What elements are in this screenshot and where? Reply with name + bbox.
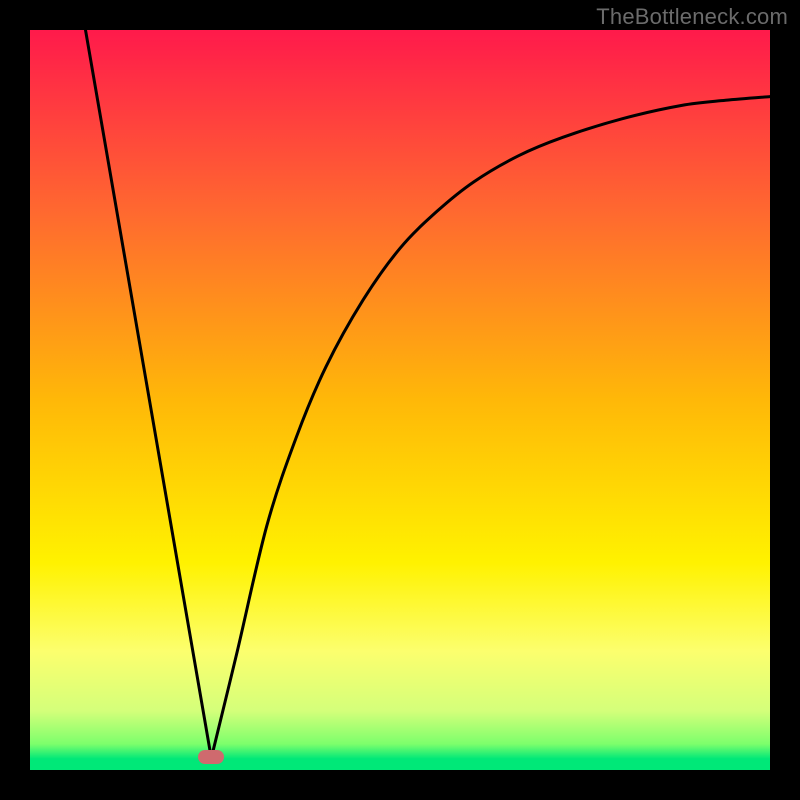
chart-svg bbox=[30, 30, 770, 770]
minimum-marker bbox=[198, 750, 224, 764]
chart-frame bbox=[30, 30, 770, 770]
watermark-label: TheBottleneck.com bbox=[596, 4, 788, 30]
gradient-background bbox=[30, 30, 770, 770]
